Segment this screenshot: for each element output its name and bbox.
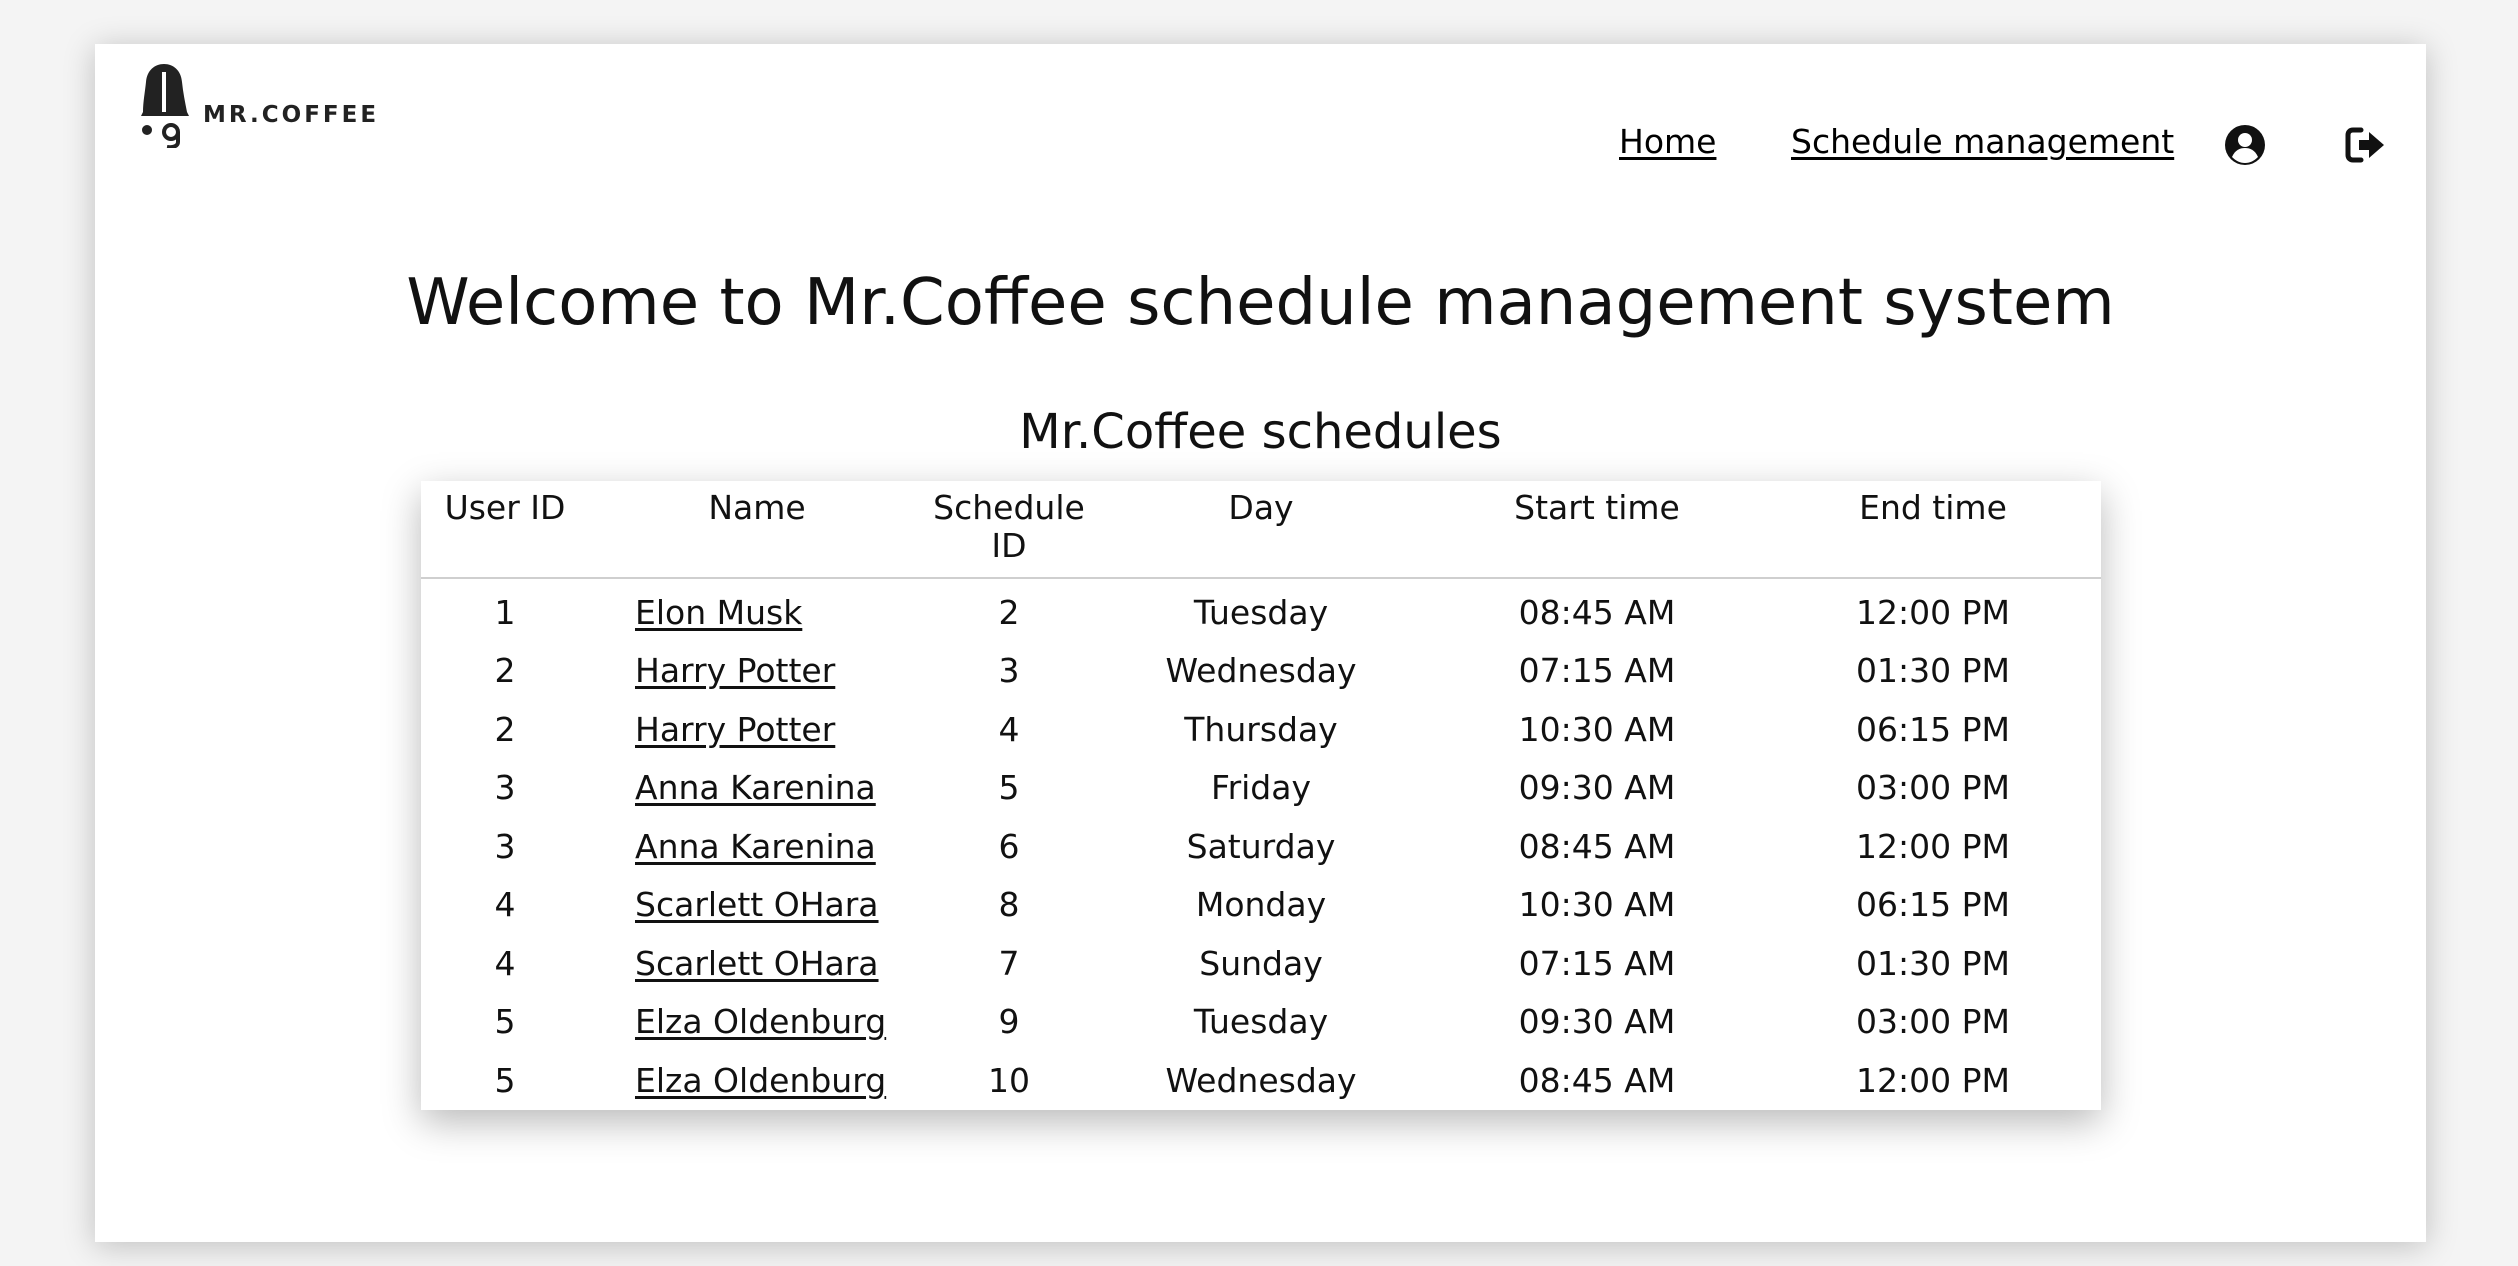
cell-day: Tuesday — [1193, 592, 1329, 632]
header-schedule-id: Schedule ID — [925, 481, 1093, 579]
user-name-link[interactable]: Elon Musk — [635, 593, 802, 632]
cell-end-time: 03:00 PM — [1856, 768, 2010, 808]
nav-home-link[interactable]: Home — [1619, 122, 1716, 161]
table-row: 1 Elon Musk 2 Tuesday 08:45 AM 12:00 PM — [421, 578, 2101, 642]
user-name-link[interactable]: Elza Oldenburg — [635, 1061, 886, 1100]
cell-user-id: 5 — [494, 1002, 516, 1042]
cell-day: Tuesday — [1193, 1002, 1329, 1042]
cell-start-time: 09:30 AM — [1518, 768, 1676, 808]
cell-name: Harry Potter — [589, 700, 925, 759]
cell-day: Sunday — [1199, 943, 1323, 983]
header-user-id: User ID — [421, 481, 589, 579]
cell-day: Friday — [1210, 768, 1311, 808]
cell-day: Saturday — [1186, 826, 1336, 866]
cell-start-time: 08:45 AM — [1518, 592, 1676, 632]
cell-schedule-id: 10 — [988, 1060, 1030, 1100]
cell-schedule-id: 8 — [998, 885, 1020, 925]
cell-start-time: 08:45 AM — [1518, 826, 1676, 866]
table-row: 4 Scarlett OHara 7 Sunday 07:15 AM 01:30… — [421, 934, 2101, 993]
user-name-link[interactable]: Scarlett OHara — [635, 885, 879, 924]
cell-start-time: 09:30 AM — [1518, 1002, 1676, 1042]
cell-schedule-id: 2 — [998, 592, 1020, 632]
cell-day: Wednesday — [1165, 1060, 1357, 1100]
cell-day: Thursday — [1184, 709, 1338, 749]
cell-start-time: 10:30 AM — [1518, 885, 1676, 925]
cell-schedule-id: 5 — [998, 768, 1020, 808]
schedules-table: User ID Name Schedule ID Day Start time … — [421, 481, 2101, 1110]
table-row: 3 Anna Karenina 5 Friday 09:30 AM 03:00 … — [421, 759, 2101, 818]
cell-end-time: 06:15 PM — [1856, 709, 2010, 749]
cell-start-time: 07:15 AM — [1518, 943, 1676, 983]
schedules-table-container: User ID Name Schedule ID Day Start time … — [421, 481, 2101, 1110]
user-circle-icon[interactable] — [2224, 124, 2266, 166]
user-name-link[interactable]: Scarlett OHara — [635, 944, 879, 983]
cell-name: Elza Oldenburg — [589, 1051, 925, 1110]
cell-schedule-id: 4 — [998, 709, 1020, 749]
cell-end-time: 06:15 PM — [1856, 885, 2010, 925]
top-nav: Home Schedule management — [95, 122, 2426, 172]
table-row: 2 Harry Potter 4 Thursday 10:30 AM 06:15… — [421, 700, 2101, 759]
cell-schedule-id: 6 — [998, 826, 1020, 866]
cell-schedule-id: 3 — [998, 651, 1020, 691]
cell-end-time: 12:00 PM — [1856, 826, 2010, 866]
user-name-link[interactable]: Harry Potter — [635, 651, 835, 690]
cell-start-time: 08:45 AM — [1518, 1060, 1676, 1100]
table-row: 3 Anna Karenina 6 Saturday 08:45 AM 12:0… — [421, 817, 2101, 876]
header-name: Name — [589, 481, 925, 579]
header-schedule-id-line2: ID — [991, 526, 1027, 565]
cell-user-id: 4 — [494, 943, 516, 983]
cell-user-id: 5 — [494, 1060, 516, 1100]
cell-end-time: 12:00 PM — [1856, 592, 2010, 632]
header-end-time: End time — [1765, 481, 2101, 579]
cell-end-time: 01:30 PM — [1856, 943, 2010, 983]
page-card: MR.COFFEE Home Schedule management Welco… — [95, 44, 2426, 1242]
cell-name: Elon Musk — [589, 578, 925, 642]
table-row: 4 Scarlett OHara 8 Monday 10:30 AM 06:15… — [421, 876, 2101, 935]
cell-user-id: 2 — [494, 651, 516, 691]
cell-start-time: 10:30 AM — [1518, 709, 1676, 749]
header-day: Day — [1093, 481, 1429, 579]
cell-user-id: 1 — [494, 592, 516, 632]
sign-out-icon[interactable] — [2345, 124, 2387, 166]
user-name-link[interactable]: Anna Karenina — [635, 827, 876, 866]
cell-user-id: 2 — [494, 709, 516, 749]
cell-name: Harry Potter — [589, 642, 925, 701]
user-name-link[interactable]: Anna Karenina — [635, 768, 876, 807]
cell-end-time: 01:30 PM — [1856, 651, 2010, 691]
cell-schedule-id: 7 — [998, 943, 1020, 983]
cell-start-time: 07:15 AM — [1518, 651, 1676, 691]
cell-schedule-id: 9 — [998, 1002, 1020, 1042]
cell-name: Elza Oldenburg — [589, 993, 925, 1052]
header-schedule-id-line1: Schedule — [933, 488, 1085, 527]
page-title: Welcome to Mr.Coffee schedule management… — [406, 266, 2115, 340]
cell-day: Wednesday — [1165, 651, 1357, 691]
cell-name: Scarlett OHara — [589, 934, 925, 993]
header-start-time: Start time — [1429, 481, 1765, 579]
table-row: 5 Elza Oldenburg 9 Tuesday 09:30 AM 03:0… — [421, 993, 2101, 1052]
table-header-row: User ID Name Schedule ID Day Start time … — [421, 481, 2101, 579]
cell-name: Scarlett OHara — [589, 876, 925, 935]
cell-end-time: 03:00 PM — [1856, 1002, 2010, 1042]
cell-user-id: 3 — [494, 768, 516, 808]
nav-schedule-management-link[interactable]: Schedule management — [1791, 122, 2174, 161]
user-name-link[interactable]: Harry Potter — [635, 710, 835, 749]
cell-end-time: 12:00 PM — [1856, 1060, 2010, 1100]
table-row: 5 Elza Oldenburg 10 Wednesday 08:45 AM 1… — [421, 1051, 2101, 1110]
table-row: 2 Harry Potter 3 Wednesday 07:15 AM 01:3… — [421, 642, 2101, 701]
cell-name: Anna Karenina — [589, 817, 925, 876]
cell-day: Monday — [1195, 885, 1327, 925]
cell-user-id: 3 — [494, 826, 516, 866]
cell-name: Anna Karenina — [589, 759, 925, 818]
user-name-link[interactable]: Elza Oldenburg — [635, 1002, 886, 1041]
cell-user-id: 4 — [494, 885, 516, 925]
schedules-section-title: Mr.Coffee schedules — [1019, 404, 1502, 460]
